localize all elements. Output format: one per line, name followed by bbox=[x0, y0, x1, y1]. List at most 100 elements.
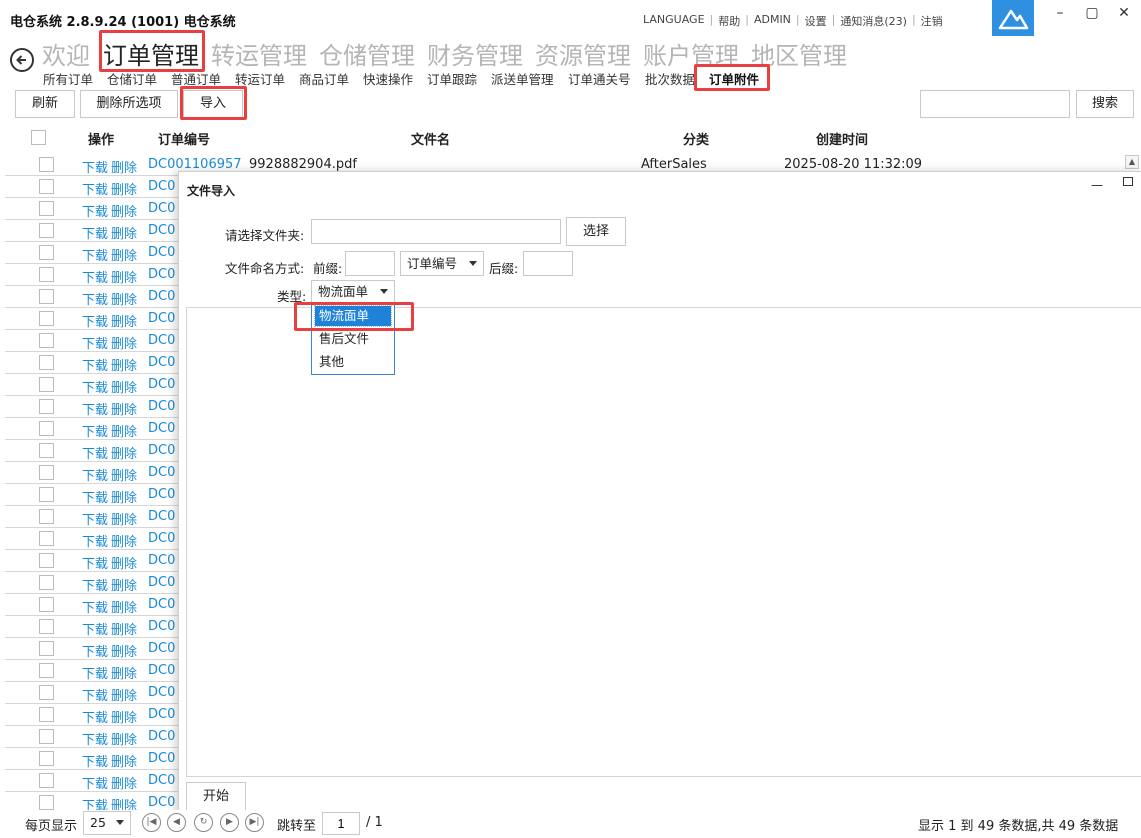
page-size-select[interactable]: 25 bbox=[83, 811, 131, 835]
download-link[interactable]: 下载 bbox=[82, 553, 108, 572]
header-order-no[interactable]: 订单编号 bbox=[158, 129, 210, 148]
notifications-link[interactable]: 通知消息(23) bbox=[840, 13, 907, 29]
order-number-link[interactable]: DC001106957 bbox=[148, 157, 242, 172]
naming-select[interactable]: 订单编号 bbox=[400, 251, 484, 276]
delete-selected-button[interactable]: 删除所选项 bbox=[80, 90, 178, 118]
logout-link[interactable]: 注销 bbox=[921, 13, 943, 29]
row-checkbox[interactable] bbox=[39, 619, 54, 634]
row-checkbox[interactable] bbox=[39, 795, 54, 810]
delete-link[interactable]: 删除 bbox=[111, 223, 137, 242]
download-link[interactable]: 下载 bbox=[82, 685, 108, 704]
order-number-link[interactable]: DC0 bbox=[148, 509, 175, 524]
delete-link[interactable]: 删除 bbox=[111, 421, 137, 440]
delete-link[interactable]: 删除 bbox=[111, 443, 137, 462]
download-link[interactable]: 下载 bbox=[82, 289, 108, 308]
delete-link[interactable]: 删除 bbox=[111, 245, 137, 264]
order-number-link[interactable]: DC0 bbox=[148, 201, 175, 216]
subnav-all-orders[interactable]: 所有订单 bbox=[43, 69, 93, 88]
row-checkbox[interactable] bbox=[39, 421, 54, 436]
order-number-link[interactable]: DC0 bbox=[148, 311, 175, 326]
row-checkbox[interactable] bbox=[39, 465, 54, 480]
prev-page-icon[interactable]: ◀ bbox=[167, 813, 186, 832]
download-link[interactable]: 下载 bbox=[82, 245, 108, 264]
subnav-quick-actions[interactable]: 快速操作 bbox=[363, 69, 413, 88]
row-checkbox[interactable] bbox=[39, 377, 54, 392]
nav-transfer-management[interactable]: 转运管理 bbox=[211, 36, 307, 71]
row-checkbox[interactable] bbox=[39, 509, 54, 524]
download-link[interactable]: 下载 bbox=[82, 663, 108, 682]
delete-link[interactable]: 删除 bbox=[111, 619, 137, 638]
subnav-customs-number[interactable]: 订单通关号 bbox=[568, 69, 631, 88]
download-link[interactable]: 下载 bbox=[82, 311, 108, 330]
prefix-input[interactable] bbox=[345, 251, 395, 276]
header-created[interactable]: 创建时间 bbox=[816, 129, 868, 148]
delete-link[interactable]: 删除 bbox=[111, 355, 137, 374]
type-select[interactable]: 物流面单 bbox=[311, 280, 395, 304]
row-checkbox[interactable] bbox=[39, 311, 54, 326]
download-link[interactable]: 下载 bbox=[82, 597, 108, 616]
search-input[interactable] bbox=[920, 90, 1070, 118]
row-checkbox[interactable] bbox=[39, 201, 54, 216]
row-checkbox[interactable] bbox=[39, 443, 54, 458]
order-number-link[interactable]: DC0 bbox=[148, 179, 175, 194]
back-arrow-icon[interactable] bbox=[10, 48, 34, 72]
delete-link[interactable]: 删除 bbox=[111, 641, 137, 660]
row-checkbox[interactable] bbox=[39, 333, 54, 348]
order-number-link[interactable]: DC0 bbox=[148, 751, 175, 766]
delete-link[interactable]: 删除 bbox=[111, 289, 137, 308]
scroll-up-icon[interactable]: ▲ bbox=[1125, 155, 1139, 169]
order-number-link[interactable]: DC0 bbox=[148, 795, 175, 810]
delete-link[interactable]: 删除 bbox=[111, 729, 137, 748]
nav-resource-management[interactable]: 资源管理 bbox=[535, 36, 631, 71]
page-number-input[interactable] bbox=[322, 812, 360, 835]
delete-link[interactable]: 删除 bbox=[111, 575, 137, 594]
download-link[interactable]: 下载 bbox=[82, 355, 108, 374]
download-link[interactable]: 下载 bbox=[82, 201, 108, 220]
delete-link[interactable]: 删除 bbox=[111, 465, 137, 484]
order-number-link[interactable]: DC0 bbox=[148, 773, 175, 788]
dialog-maximize-icon[interactable] bbox=[1123, 177, 1133, 186]
row-checkbox[interactable] bbox=[39, 487, 54, 502]
refresh-button[interactable]: 刷新 bbox=[15, 90, 75, 118]
download-link[interactable]: 下载 bbox=[82, 575, 108, 594]
order-number-link[interactable]: DC0 bbox=[148, 399, 175, 414]
delete-link[interactable]: 删除 bbox=[111, 597, 137, 616]
last-page-icon[interactable]: ▶| bbox=[245, 813, 264, 832]
nav-finance-management[interactable]: 财务管理 bbox=[427, 36, 523, 71]
subnav-delivery-management[interactable]: 派送单管理 bbox=[491, 69, 554, 88]
download-link[interactable]: 下载 bbox=[82, 531, 108, 550]
row-checkbox[interactable] bbox=[39, 597, 54, 612]
download-link[interactable]: 下载 bbox=[82, 729, 108, 748]
order-number-link[interactable]: DC0 bbox=[148, 487, 175, 502]
search-button[interactable]: 搜索 bbox=[1076, 90, 1134, 118]
language-link[interactable]: LANGUAGE bbox=[643, 13, 705, 29]
type-option-other[interactable]: 其他 bbox=[315, 352, 391, 372]
row-checkbox[interactable] bbox=[39, 553, 54, 568]
close-icon[interactable]: ✕ bbox=[1112, 4, 1136, 24]
folder-input[interactable] bbox=[311, 219, 561, 244]
select-all-checkbox[interactable] bbox=[31, 130, 46, 145]
order-number-link[interactable]: DC0 bbox=[148, 663, 175, 678]
row-checkbox[interactable] bbox=[39, 751, 54, 766]
start-button[interactable]: 开始 bbox=[186, 782, 246, 812]
download-link[interactable]: 下载 bbox=[82, 333, 108, 352]
delete-link[interactable]: 删除 bbox=[111, 685, 137, 704]
row-checkbox[interactable] bbox=[39, 707, 54, 722]
download-link[interactable]: 下载 bbox=[82, 377, 108, 396]
download-link[interactable]: 下载 bbox=[82, 619, 108, 638]
order-number-link[interactable]: DC0 bbox=[148, 223, 175, 238]
row-checkbox[interactable] bbox=[39, 531, 54, 546]
delete-link[interactable]: 删除 bbox=[111, 707, 137, 726]
download-link[interactable]: 下载 bbox=[82, 641, 108, 660]
row-checkbox[interactable] bbox=[39, 355, 54, 370]
order-number-link[interactable]: DC0 bbox=[148, 377, 175, 392]
subnav-order-tracking[interactable]: 订单跟踪 bbox=[427, 69, 477, 88]
row-checkbox[interactable] bbox=[39, 157, 54, 172]
order-number-link[interactable]: DC0 bbox=[148, 553, 175, 568]
dialog-minimize-icon[interactable]: — bbox=[1091, 178, 1103, 192]
delete-link[interactable]: 删除 bbox=[111, 487, 137, 506]
row-checkbox[interactable] bbox=[39, 399, 54, 414]
order-number-link[interactable]: DC0 bbox=[148, 267, 175, 282]
nav-warehouse-management[interactable]: 仓储管理 bbox=[319, 36, 415, 71]
order-number-link[interactable]: DC0 bbox=[148, 707, 175, 722]
